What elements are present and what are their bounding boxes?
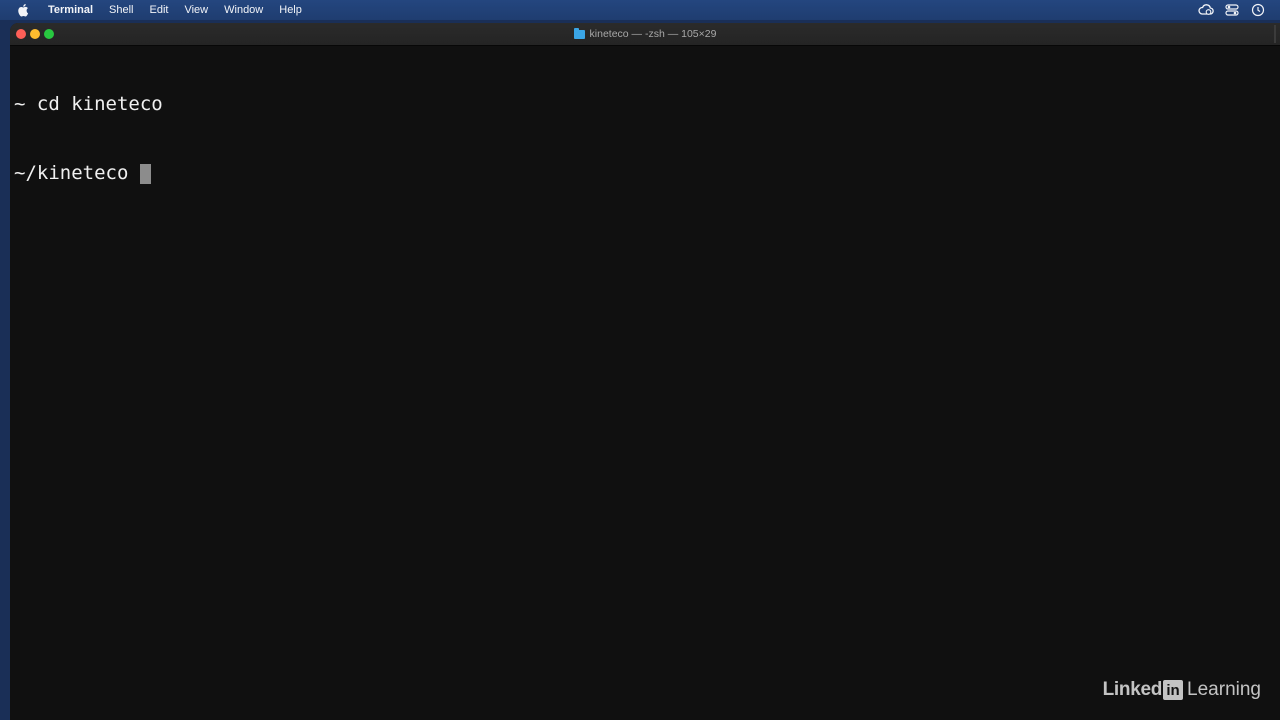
window-title: kineteco — -zsh — 105×29	[589, 28, 717, 40]
cloud-sync-icon[interactable]	[1198, 3, 1214, 17]
terminal-line-text: ~ cd kineteco	[14, 93, 163, 115]
menu-window[interactable]: Window	[216, 0, 271, 20]
terminal-window: kineteco — -zsh — 105×29 ~ cd kineteco ~…	[10, 23, 1280, 720]
scrollbar-indicator[interactable]	[1274, 25, 1276, 43]
terminal-line: ~ cd kineteco	[14, 93, 163, 116]
text-cursor	[139, 163, 151, 184]
control-center-icon[interactable]	[1224, 3, 1240, 17]
menu-view[interactable]: View	[176, 0, 216, 20]
linkedin-logo-icon: in	[1163, 680, 1184, 700]
window-title-area: kineteco — -zsh — 105×29	[10, 23, 1280, 45]
menu-shell[interactable]: Shell	[101, 0, 141, 20]
watermark-linked-text: Linked	[1102, 679, 1163, 700]
folder-icon	[573, 27, 585, 39]
window-titlebar[interactable]: kineteco — -zsh — 105×29	[10, 23, 1280, 46]
time-machine-icon[interactable]	[1250, 3, 1266, 17]
menu-terminal[interactable]: Terminal	[40, 0, 101, 20]
menu-help[interactable]: Help	[271, 0, 310, 20]
terminal-prompt-text: ~/kineteco	[14, 162, 140, 184]
terminal-prompt-line: ~/kineteco	[14, 162, 163, 185]
watermark-learning-text: Learning	[1187, 679, 1261, 700]
status-area	[1198, 0, 1266, 20]
terminal-output[interactable]: ~ cd kineteco ~/kineteco	[14, 47, 163, 231]
linkedin-learning-watermark: Linked in Learning	[1103, 679, 1261, 701]
menu-bar: Terminal Shell Edit View Window Help	[0, 0, 1280, 20]
apple-menu-icon[interactable]	[16, 0, 30, 20]
menu-edit[interactable]: Edit	[142, 0, 177, 20]
